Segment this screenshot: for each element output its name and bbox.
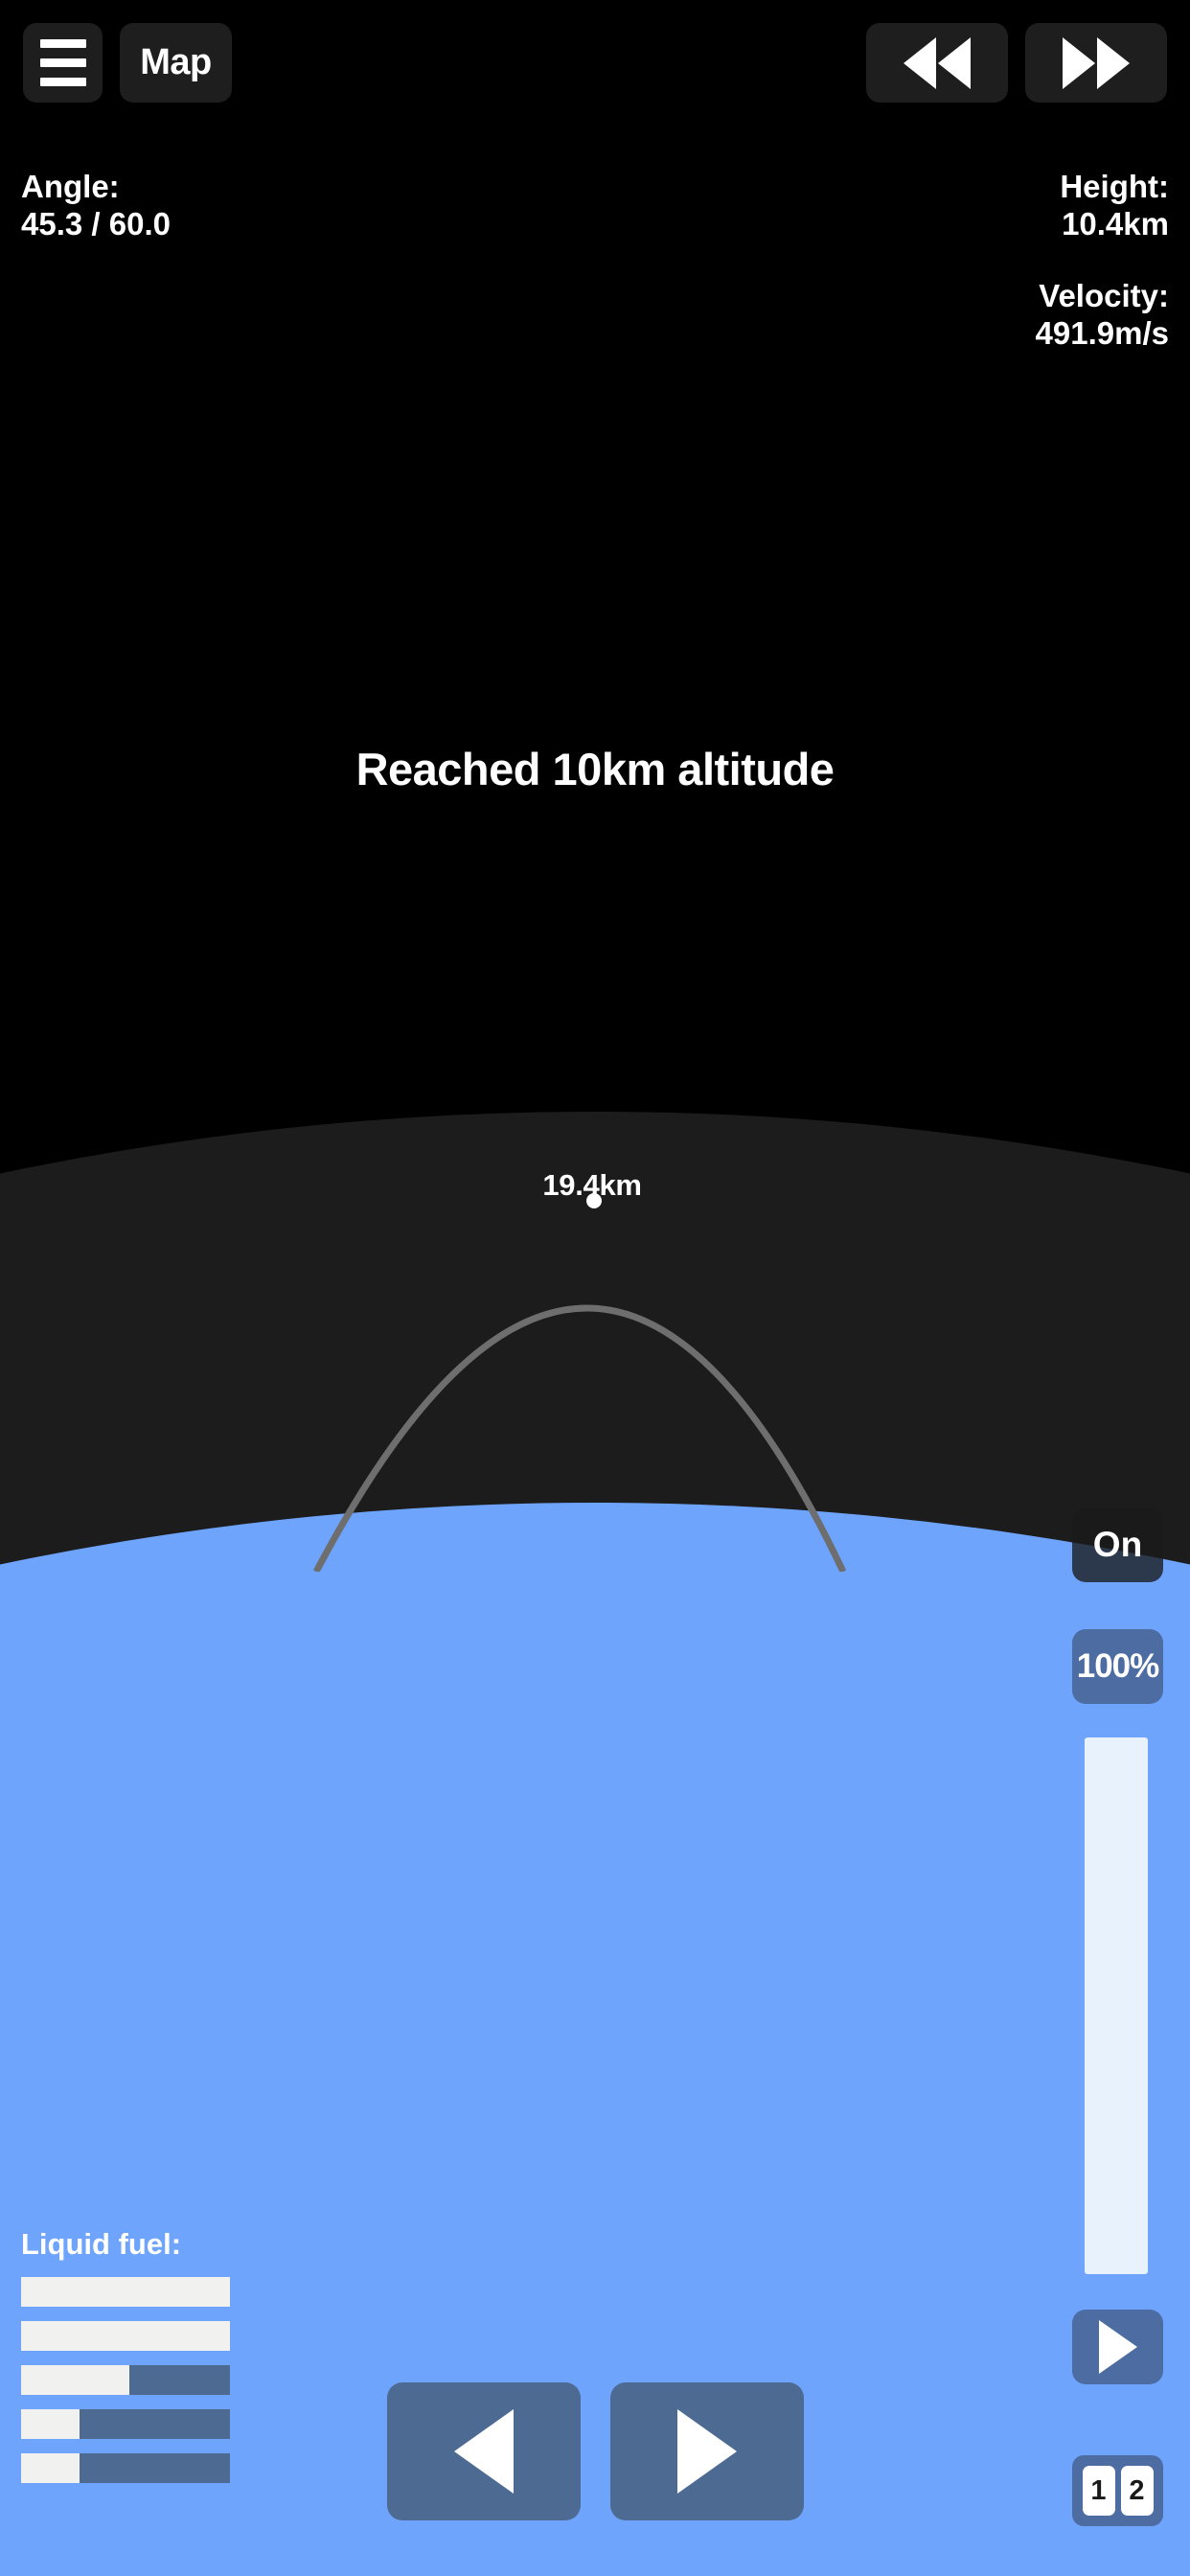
world-view[interactable]: [0, 0, 1190, 2576]
stage-button[interactable]: [1072, 2310, 1163, 2384]
hamburger-menu-icon: [39, 78, 86, 86]
velocity-value: 491.9m/s: [1035, 314, 1169, 351]
fuel-panel-label: Liquid fuel:: [21, 2227, 182, 2261]
hamburger-menu-icon: [39, 39, 86, 48]
fuel-bar: [21, 2321, 230, 2351]
throttle-slider-fill: [1085, 1737, 1148, 2274]
rotate-left-button[interactable]: [386, 2382, 581, 2520]
rewind-icon: [938, 36, 971, 89]
menu-button[interactable]: [23, 23, 103, 103]
time-warp-decrease-button[interactable]: [866, 23, 1008, 103]
height-readout: Height: 10.4km: [1036, 169, 1169, 243]
fuel-bar: [21, 2277, 230, 2307]
time-warp-increase-button[interactable]: [1025, 23, 1167, 103]
angle-value: 45.3 / 60.0: [21, 205, 171, 242]
hamburger-menu-icon: [39, 58, 86, 67]
fuel-bar-fill: [21, 2277, 230, 2307]
fast-forward-icon: [1097, 36, 1130, 89]
velocity-label: Velocity:: [1039, 277, 1169, 313]
game-screen: 19.4km Map Angle: 45.3 / 60.0 Height: 10…: [0, 0, 1190, 2576]
time-warp-controls: [866, 23, 1167, 103]
rotation-controls: [0, 2382, 1190, 2520]
play-triangle-icon: [1098, 2320, 1137, 2374]
top-left-controls: Map: [23, 23, 232, 103]
height-label: Height:: [1060, 169, 1169, 204]
fast-forward-icon: [1063, 36, 1095, 89]
engine-toggle-button[interactable]: On: [1072, 1507, 1163, 1582]
map-button[interactable]: Map: [120, 23, 232, 103]
rotate-right-button[interactable]: [609, 2382, 804, 2520]
angle-readout: Angle: 45.3 / 60.0: [21, 169, 171, 243]
rotate-left-icon: [453, 2409, 514, 2494]
fuel-bar-fill: [21, 2321, 230, 2351]
toast-message: Reached 10km altitude: [355, 744, 835, 794]
height-value: 10.4km: [1062, 205, 1169, 242]
velocity-readout: Velocity: 491.9m/s: [1036, 278, 1169, 353]
rewind-icon: [904, 36, 936, 89]
rotate-right-icon: [676, 2409, 737, 2494]
angle-label: Angle:: [21, 169, 120, 204]
throttle-readout[interactable]: 100%: [1072, 1629, 1163, 1704]
flight-readout: Height: 10.4km Velocity: 491.9m/s: [1036, 169, 1169, 353]
apoapsis-label: 19.4km: [542, 1168, 642, 1202]
throttle-slider[interactable]: [1085, 1737, 1148, 2274]
